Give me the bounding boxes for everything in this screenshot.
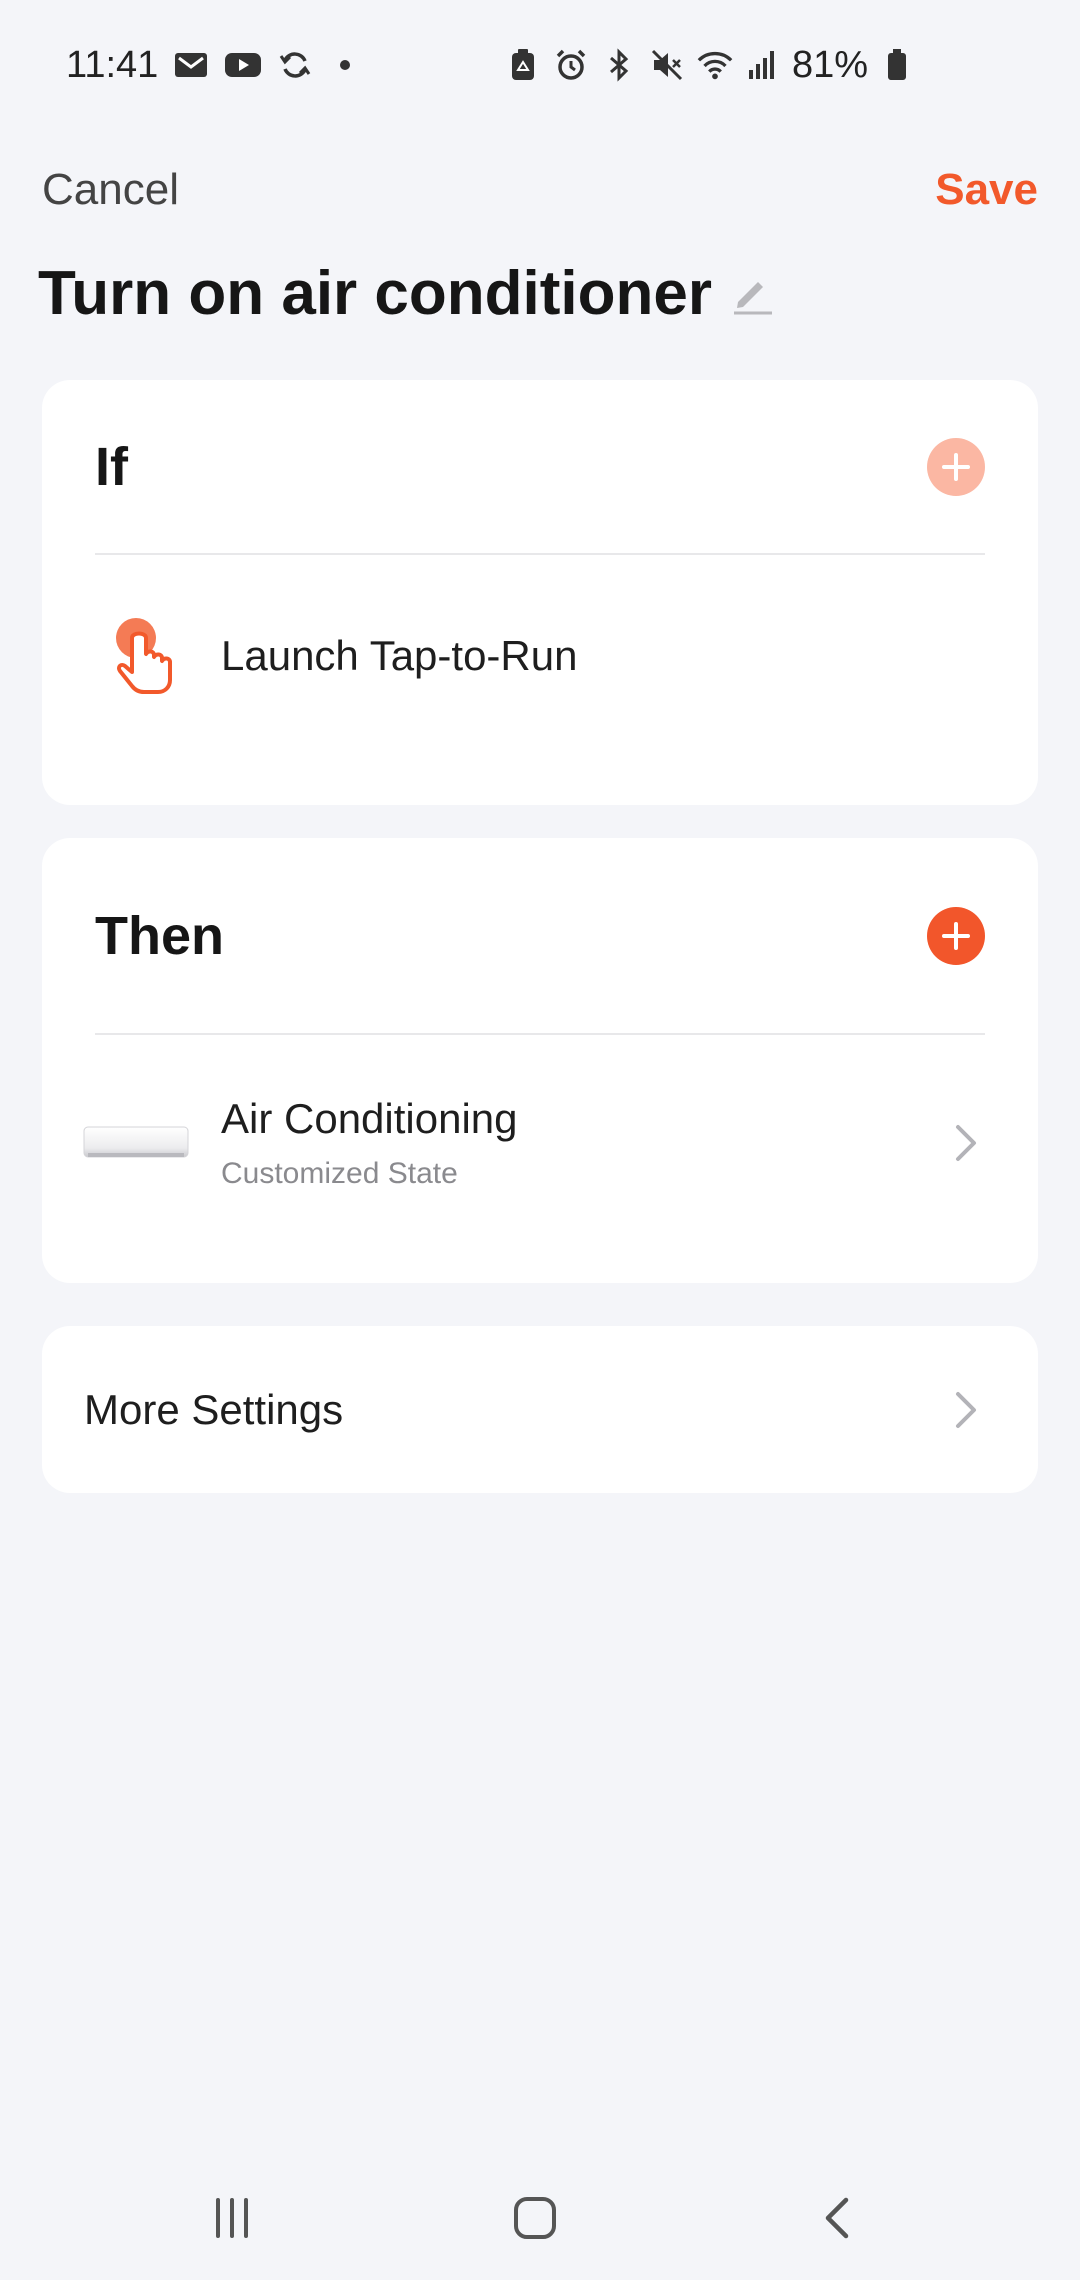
plus-icon (942, 452, 970, 481)
status-left: 11:41 (66, 43, 351, 87)
chevron-right-icon (950, 1388, 980, 1432)
then-card: Then Air Conditioning Customized State (42, 838, 1038, 1283)
page-title[interactable]: Turn on air conditioner (38, 258, 712, 329)
then-action-text: Air Conditioning Customized State (221, 1095, 518, 1191)
battery-saver-icon (504, 46, 542, 84)
screen: 11:41 81% Cancel Save Turn on air condit… (0, 0, 1080, 2280)
then-action-label: Air Conditioning (221, 1095, 518, 1142)
then-action-row[interactable]: Air Conditioning Customized State (42, 1073, 1038, 1213)
back-icon[interactable] (798, 2178, 878, 2258)
status-time: 11:41 (66, 43, 159, 86)
if-title: If (95, 436, 128, 497)
tap-hand-icon (108, 616, 178, 696)
dot-icon (340, 60, 351, 70)
alarm-icon (552, 46, 590, 84)
then-action-sublabel: Customized State (221, 1157, 458, 1190)
cancel-button[interactable]: Cancel (42, 165, 179, 215)
save-button[interactable]: Save (935, 165, 1038, 215)
if-header: If (95, 380, 985, 555)
plus-icon (942, 921, 970, 950)
if-condition-label: Launch Tap-to-Run (221, 632, 578, 679)
more-settings-card[interactable]: More Settings (42, 1326, 1038, 1493)
home-icon[interactable] (495, 2178, 575, 2258)
recents-icon[interactable] (192, 2178, 272, 2258)
bluetooth-icon (600, 46, 638, 84)
title-row: Turn on air conditioner (38, 258, 774, 329)
air-conditioner-image (82, 1123, 190, 1163)
status-bar: 11:41 81% (0, 0, 1080, 130)
status-right: 81% (504, 44, 916, 87)
then-header: Then (95, 838, 985, 1035)
battery-icon (878, 46, 916, 84)
then-title: Then (95, 905, 224, 966)
if-condition-text: Launch Tap-to-Run (221, 632, 577, 680)
more-settings-label: More Settings (84, 1385, 344, 1433)
signal-icon (744, 46, 782, 84)
system-nav-bar (0, 2150, 1080, 2280)
gmail-icon (172, 46, 210, 84)
mute-icon (648, 46, 686, 84)
more-settings-row[interactable]: More Settings (42, 1326, 1038, 1493)
if-card: If Launch Tap-to-Run (42, 380, 1038, 805)
youtube-icon (224, 46, 262, 84)
chevron-right-icon (950, 1121, 980, 1165)
sync-icon (276, 46, 314, 84)
edit-pencil-icon[interactable] (730, 272, 774, 316)
battery-percent: 81% (791, 43, 868, 86)
if-add-button[interactable] (927, 437, 985, 496)
then-add-button[interactable] (927, 906, 985, 965)
wifi-icon (696, 46, 734, 84)
if-condition-row[interactable]: Launch Tap-to-Run (42, 600, 1038, 712)
